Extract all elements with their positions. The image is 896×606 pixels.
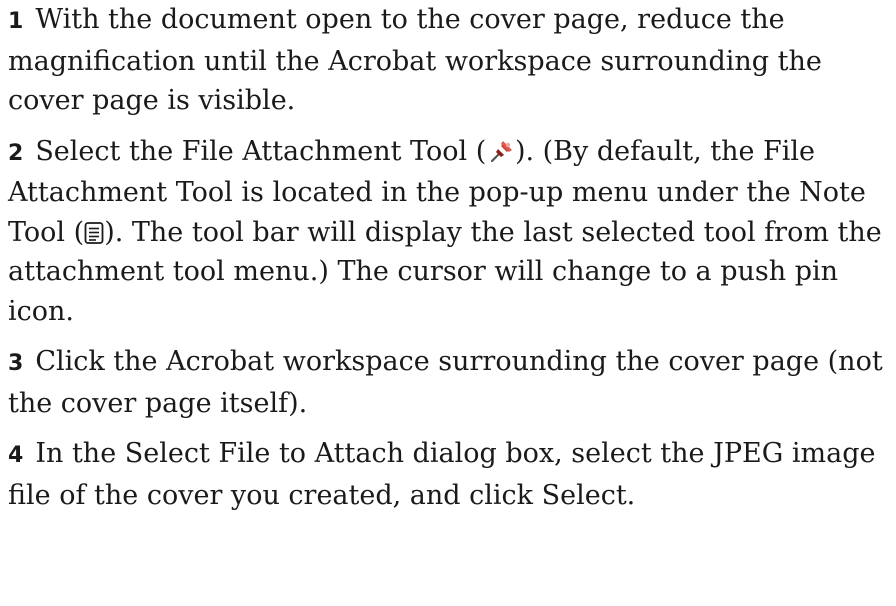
step-text: In the Select File to Attach dialog box,… <box>8 438 876 511</box>
step-number: 2 <box>8 140 24 166</box>
note-icon <box>84 221 104 245</box>
step-text: With the document open to the cover page… <box>8 4 822 116</box>
step-number: 1 <box>8 9 24 34</box>
step-text: ). The tool bar will display the last se… <box>8 216 882 327</box>
push-pin-icon <box>489 138 515 164</box>
step-2: 2 Select the File Attachment Tool ( ). (B… <box>8 132 892 332</box>
step-1: 1 With the document open to the cover pag… <box>8 0 892 121</box>
step-text: Click the Acrobat workspace surrounding … <box>8 346 883 419</box>
step-3: 3 Click the Acrobat workspace surrounding… <box>8 342 892 423</box>
step-number: 4 <box>8 443 24 468</box>
step-4: 4 In the Select File to Attach dialog box… <box>8 434 892 515</box>
step-number: 3 <box>8 351 24 376</box>
instruction-page: 1 With the document open to the cover pag… <box>8 0 892 526</box>
step-text: Select the File Attachment Tool ( <box>35 135 487 167</box>
